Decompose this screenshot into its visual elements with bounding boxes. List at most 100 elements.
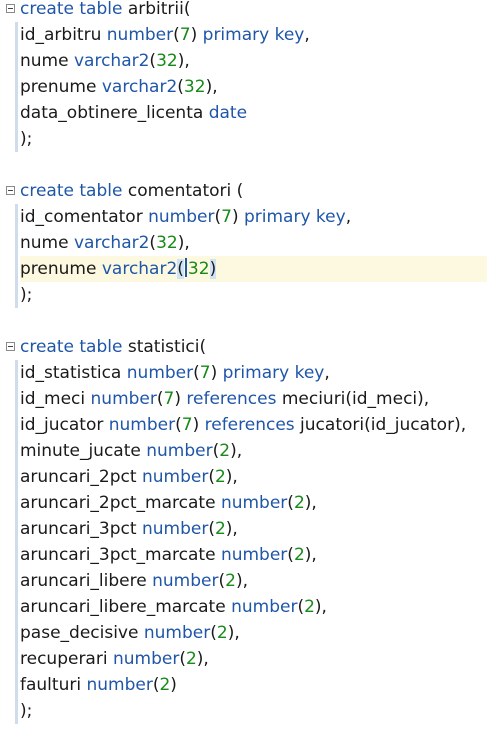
code-line[interactable]: prenume varchar2(32),: [20, 74, 487, 100]
fold-guide: [15, 22, 18, 152]
code-line[interactable]: aruncari_3pct_marcate number(2),: [20, 542, 487, 568]
code-line[interactable]: nume varchar2(32),: [20, 230, 487, 256]
keyword-token: number: [141, 467, 209, 487]
text-token: );: [20, 285, 33, 305]
text-token: ): [192, 415, 205, 435]
keyword-token: create table: [20, 181, 123, 201]
keyword-token: number: [146, 441, 213, 461]
text-token: ),: [304, 545, 317, 565]
text-token: ),: [177, 51, 190, 71]
keyword-token: number: [126, 363, 194, 383]
keyword-token: references: [186, 389, 277, 409]
code-line[interactable]: id_statistica number(7) primary key,: [20, 360, 487, 386]
fold-toggle-icon[interactable]: [6, 342, 15, 351]
text-token: ),: [304, 493, 317, 513]
keyword-token: create table: [20, 337, 123, 357]
fold-toggle-icon[interactable]: [6, 186, 15, 195]
code-line[interactable]: );: [20, 126, 487, 152]
code-line[interactable]: );: [20, 698, 487, 724]
code-line[interactable]: aruncari_libere_marcate number(2),: [20, 594, 487, 620]
text-token: ),: [205, 77, 218, 97]
code-line[interactable]: nume varchar2(32),: [20, 48, 487, 74]
code-line[interactable]: minute_jucate number(2),: [20, 438, 487, 464]
text-token: ),: [225, 519, 238, 539]
number-token: 2: [159, 675, 171, 695]
text-token: nume: [20, 233, 74, 253]
code-line[interactable]: id_arbitru number(7) primary key,: [20, 22, 487, 48]
text-token: (: [208, 467, 215, 487]
text-token: ): [174, 389, 187, 409]
text-token: (: [287, 493, 294, 513]
code-line[interactable]: aruncari_2pct_marcate number(2),: [20, 490, 487, 516]
code-line[interactable]: create table statistici(: [20, 334, 487, 360]
code-line[interactable]: data_obtinere_licenta date: [20, 100, 487, 126]
text-token: recuperari: [20, 649, 113, 669]
sql-editor[interactable]: create table arbitrii(id_arbitru number(…: [0, 0, 487, 732]
text-token: data_obtinere_licenta: [20, 103, 209, 123]
fold-guide: [15, 360, 18, 724]
keyword-token: number: [148, 207, 215, 227]
text-token: id_jucator: [20, 415, 109, 435]
keyword-token: varchar2: [73, 233, 150, 253]
code-line[interactable]: aruncari_3pct number(2),: [20, 516, 487, 542]
keyword-token: number: [90, 389, 157, 409]
keyword-token: number: [141, 519, 209, 539]
text-token: aruncari_libere: [20, 571, 153, 591]
code-line[interactable]: pase_decisive number(2),: [20, 620, 487, 646]
text-token: id_arbitru: [20, 25, 107, 45]
code-line[interactable]: );: [20, 282, 487, 308]
text-token: ,: [324, 363, 330, 383]
code-line[interactable]: create table comentatori (: [20, 178, 487, 204]
text-token: faulturi: [20, 675, 87, 695]
keyword-token: primary key: [202, 25, 305, 45]
code-line[interactable]: id_meci number(7) references meciuri(id_…: [20, 386, 487, 412]
number-token: 7: [163, 389, 175, 409]
number-token: 2: [219, 441, 231, 461]
keyword-token: varchar2: [101, 259, 178, 279]
keyword-token: number: [106, 25, 174, 45]
keyword-token: varchar2: [73, 51, 150, 71]
code-line[interactable]: faulturi number(2): [20, 672, 487, 698]
code-line[interactable]: aruncari_libere number(2),: [20, 568, 487, 594]
code-line[interactable]: prenume varchar2(32): [20, 256, 487, 282]
text-token: ,: [304, 25, 310, 45]
fold-toggle-icon[interactable]: [6, 4, 15, 13]
keyword-token: primary key: [243, 207, 346, 227]
number-token: 2: [214, 467, 226, 487]
code-line[interactable]: aruncari_2pct number(2),: [20, 464, 487, 490]
text-token: meciuri(id_meci),: [276, 389, 430, 409]
keyword-token: number: [220, 545, 288, 565]
number-token: 7: [221, 207, 232, 227]
number-token: 7: [181, 415, 193, 435]
keyword-token: number: [152, 571, 219, 591]
text-token: );: [20, 701, 33, 721]
keyword-token: create table: [20, 0, 123, 19]
number-token: 32: [156, 233, 178, 253]
text-token: (: [156, 389, 164, 409]
text-token: ): [190, 25, 203, 45]
code-line[interactable]: id_comentator number(7) primary key,: [20, 204, 487, 230]
text-token: ),: [225, 467, 238, 487]
text-token: comentatori (: [122, 181, 244, 201]
keyword-token: primary key: [222, 363, 325, 383]
keyword-token: number: [220, 493, 288, 513]
code-line[interactable]: recuperari number(2),: [20, 646, 487, 672]
text-token: ): [231, 207, 244, 227]
text-token: id_comentator: [20, 207, 149, 227]
text-token: ),: [235, 571, 248, 591]
code-line[interactable]: create table arbitrii(: [20, 0, 487, 22]
text-token: (: [287, 545, 294, 565]
keyword-token: varchar2: [101, 77, 178, 97]
keyword-token: date: [208, 103, 248, 123]
text-token: statistici(: [122, 337, 207, 357]
text-token: ): [210, 363, 223, 383]
text-token: prenume: [20, 77, 102, 97]
keyword-token: references: [204, 415, 295, 435]
number-token: 32: [156, 51, 178, 71]
text-token: arbitrii(: [122, 0, 191, 19]
text-token: );: [20, 129, 33, 149]
text-token: pase_decisive: [20, 623, 144, 643]
code-line[interactable]: id_jucator number(7) references jucatori…: [20, 412, 487, 438]
keyword-token: number: [231, 597, 298, 617]
text-token: minute_jucate: [20, 441, 147, 461]
